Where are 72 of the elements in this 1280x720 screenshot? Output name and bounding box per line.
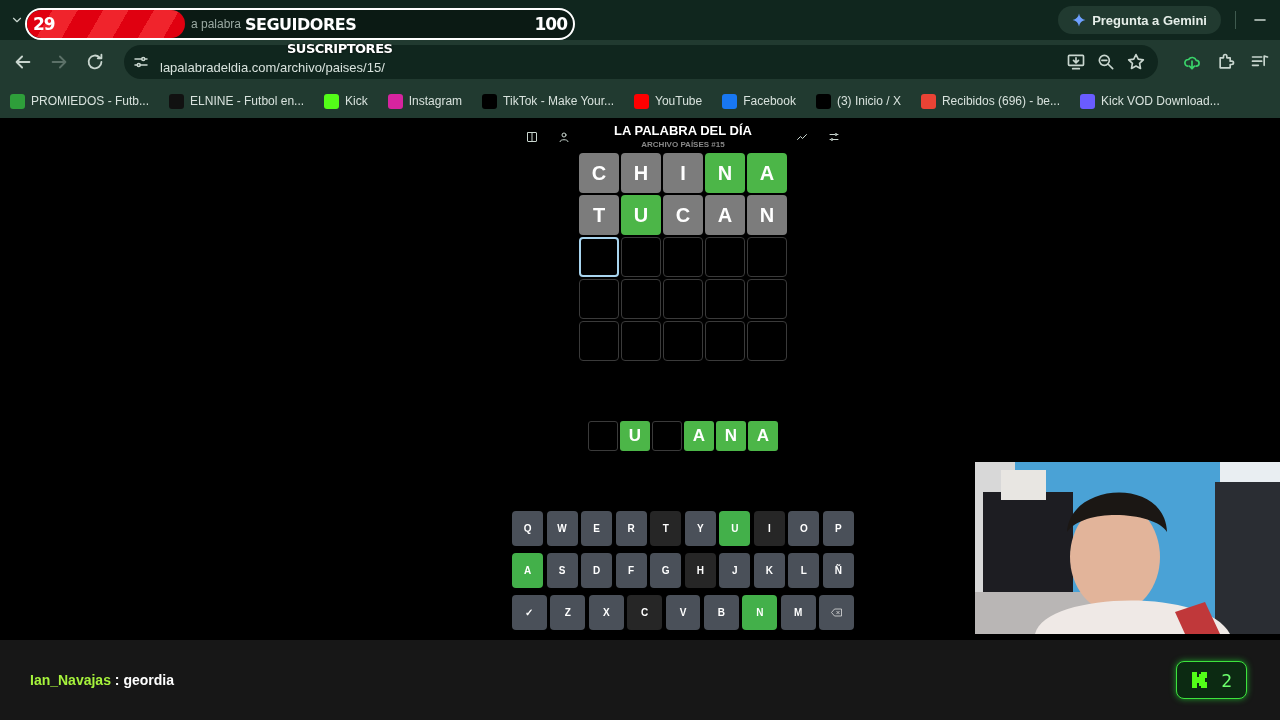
zoom-out-icon[interactable] (1096, 52, 1116, 72)
bookmark-item[interactable]: Instagram (387, 93, 463, 109)
key[interactable]: H (684, 553, 716, 588)
key[interactable]: B (703, 595, 739, 630)
bookmark-star-icon[interactable] (1126, 52, 1146, 72)
key[interactable]: G (650, 553, 682, 588)
bookmark-item[interactable]: Recibidos (696) - be... (920, 93, 1060, 109)
goal-target: 100 (534, 14, 567, 34)
bookmark-item[interactable]: Facebook (722, 93, 796, 109)
key[interactable]: M (780, 595, 816, 630)
letter-tile: N (747, 195, 787, 235)
viewer-count: 2 (1221, 669, 1232, 691)
game-subtitle: ARCHIVO PAÍSES #15 (641, 140, 725, 149)
key[interactable]: Y (684, 511, 716, 546)
key[interactable]: E (581, 511, 613, 546)
key[interactable]: J (719, 553, 751, 588)
tab-title[interactable]: a palabra (191, 17, 242, 31)
bookmark-item[interactable]: TikTok - Make Your... (482, 93, 615, 109)
key[interactable]: P (822, 511, 854, 546)
letter-tile: T (579, 195, 619, 235)
key[interactable]: W (546, 511, 578, 546)
key[interactable]: V (665, 595, 701, 630)
bookmark-item[interactable]: PROMIEDOS - Futb... (10, 93, 150, 109)
key[interactable]: F (615, 553, 647, 588)
bookmark-item[interactable]: (3) Inicio / X (815, 93, 901, 109)
goal-current: 29 (33, 14, 55, 34)
key[interactable]: D (581, 553, 613, 588)
gemini-button[interactable]: Pregunta a Gemini (1058, 6, 1221, 34)
sidebar-icon[interactable] (526, 131, 538, 143)
address-bar[interactable]: SUSCRIPTORES lapalabradeldia.com/archivo/paises/15/ (124, 45, 1158, 79)
key[interactable]: R (615, 511, 647, 546)
install-app-icon[interactable] (1066, 52, 1086, 72)
answer-slot: N (716, 421, 746, 451)
answer-slot: U (620, 421, 650, 451)
letter-tile: N (705, 153, 745, 193)
game-title: LA PALABRA DEL DÍA (614, 123, 752, 138)
backspace-key[interactable] (819, 595, 854, 630)
settings-icon[interactable] (828, 131, 840, 143)
bookmark-item[interactable]: YouTube (634, 93, 703, 109)
trend-icon[interactable] (796, 131, 808, 143)
key[interactable]: L (788, 553, 820, 588)
letter-tile: A (705, 195, 745, 235)
sparkle-icon (1072, 13, 1087, 27)
letter-tile: A (747, 153, 787, 193)
letter-tile: H (621, 153, 661, 193)
kick-logo-icon (1191, 671, 1210, 689)
url-text: lapalabradeldia.com/archivo/paises/15/ (160, 58, 385, 75)
key[interactable]: S (546, 553, 578, 588)
key[interactable]: T (650, 511, 682, 546)
letter-tile: C (579, 153, 619, 193)
key[interactable]: C (627, 595, 663, 630)
key[interactable]: I (753, 511, 785, 546)
key[interactable]: O (788, 511, 820, 546)
answer-slot: A (748, 421, 778, 451)
bookmark-item[interactable]: ELNINE - Futbol en... (169, 93, 305, 109)
person-icon[interactable] (558, 131, 570, 143)
key[interactable]: X (588, 595, 624, 630)
letter-tile: I (663, 153, 703, 193)
key[interactable]: Z (550, 595, 586, 630)
answer-slot: A (684, 421, 714, 451)
goal-label: SEGUIDORES (245, 14, 357, 34)
letter-tile: U (621, 195, 661, 235)
enter-key[interactable]: ✓ (512, 595, 547, 630)
key[interactable]: Ñ (822, 553, 854, 588)
bookmark-item[interactable]: Kick VOD Download... (1080, 93, 1220, 109)
key[interactable]: K (753, 553, 785, 588)
letter-tile: C (663, 195, 703, 235)
backspace-icon (831, 608, 843, 617)
extensions-icon[interactable] (1216, 52, 1236, 72)
key[interactable]: Q (512, 511, 544, 546)
chat-message: Ian_Navajas : geordia (30, 672, 174, 688)
bookmark-item[interactable]: Kick (324, 93, 368, 109)
